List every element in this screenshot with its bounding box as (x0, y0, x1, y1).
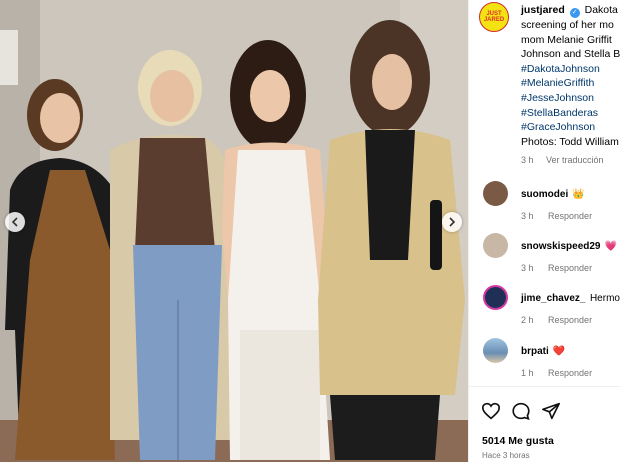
caption-line-3: mom Melanie Griffit (521, 33, 612, 46)
comment-item: brpati ❤️ 1 h Responder (469, 338, 620, 378)
verified-badge-icon: ✓ (569, 8, 580, 18)
share-icon (541, 402, 560, 420)
comment-avatar[interactable] (483, 233, 508, 258)
comment-text: ❤️ (552, 346, 566, 357)
author-avatar[interactable]: JUST JARED (479, 2, 509, 32)
caption-line-1: Dakota J (584, 4, 620, 16)
hashtag-link[interactable]: #DakotaJohnson (521, 62, 620, 77)
comment-username[interactable]: snowskispeed29 (521, 241, 600, 252)
comment-avatar[interactable] (483, 338, 508, 363)
reply-link[interactable]: Responder (548, 315, 592, 325)
carousel-next-button[interactable] (442, 212, 462, 232)
hashtag-link[interactable]: #MelanieGriffith (521, 76, 620, 91)
carousel-prev-button[interactable] (5, 212, 25, 232)
author-username[interactable]: justjared (521, 4, 565, 16)
caption-line-2: screening of her mo (521, 19, 614, 31)
comment-avatar[interactable] (483, 181, 508, 206)
caption-time: 3 h (521, 155, 534, 166)
reply-link[interactable]: Responder (548, 368, 592, 378)
post-photo[interactable] (0, 0, 468, 462)
hashtag-link[interactable]: #JesseJohnson (521, 91, 620, 106)
comment-username[interactable]: jime_chavez_ (521, 293, 586, 304)
hashtag-link[interactable]: #GraceJohnson (521, 120, 620, 135)
reply-link[interactable]: Responder (548, 211, 592, 221)
comment-text: 👑 (572, 189, 585, 200)
photo-credit: Photos: Todd William (521, 135, 619, 148)
chevron-left-icon (11, 217, 18, 227)
like-button[interactable] (481, 402, 501, 420)
likes-count[interactable]: 5014 Me gusta (482, 435, 554, 447)
comment-button[interactable] (511, 402, 531, 420)
comment-time: 1 h (521, 368, 534, 378)
post-timestamp: Hace 3 horas (482, 451, 530, 460)
reply-link[interactable]: Responder (548, 263, 592, 273)
comment-item: jime_chavez_ Hermo 2 h Responder (469, 285, 620, 325)
heart-icon (481, 402, 501, 420)
comment-username[interactable]: brpati (521, 346, 549, 357)
comment-item: suomodei 👑 3 h Responder (469, 181, 620, 221)
comment-icon (512, 402, 530, 420)
comment-item: snowskispeed29 💗 3 h Responder (469, 233, 620, 273)
post-side-panel: JUST JARED justjared ✓ Dakota J screenin… (468, 0, 620, 462)
post-actions (481, 402, 561, 420)
caption-line-4: Johnson and Stella B (521, 48, 620, 61)
translate-link[interactable]: Ver traducción (546, 155, 604, 165)
comment-username[interactable]: suomodei (521, 189, 568, 200)
comment-time: 2 h (521, 315, 534, 325)
post-image (0, 0, 468, 462)
comment-text: 💗 (604, 241, 617, 252)
hashtag-link[interactable]: #StellaBanderas (521, 106, 620, 121)
comment-avatar[interactable] (483, 285, 508, 310)
comment-time: 3 h (521, 263, 534, 273)
comment-time: 3 h (521, 211, 534, 221)
share-button[interactable] (541, 402, 561, 420)
panel-divider (469, 386, 620, 387)
post-caption: justjared ✓ Dakota J screening of her mo… (521, 3, 620, 168)
comment-text: Hermo (589, 293, 620, 304)
chevron-right-icon (449, 217, 456, 227)
author-avatar-logo-text: JUST JARED (483, 11, 505, 23)
